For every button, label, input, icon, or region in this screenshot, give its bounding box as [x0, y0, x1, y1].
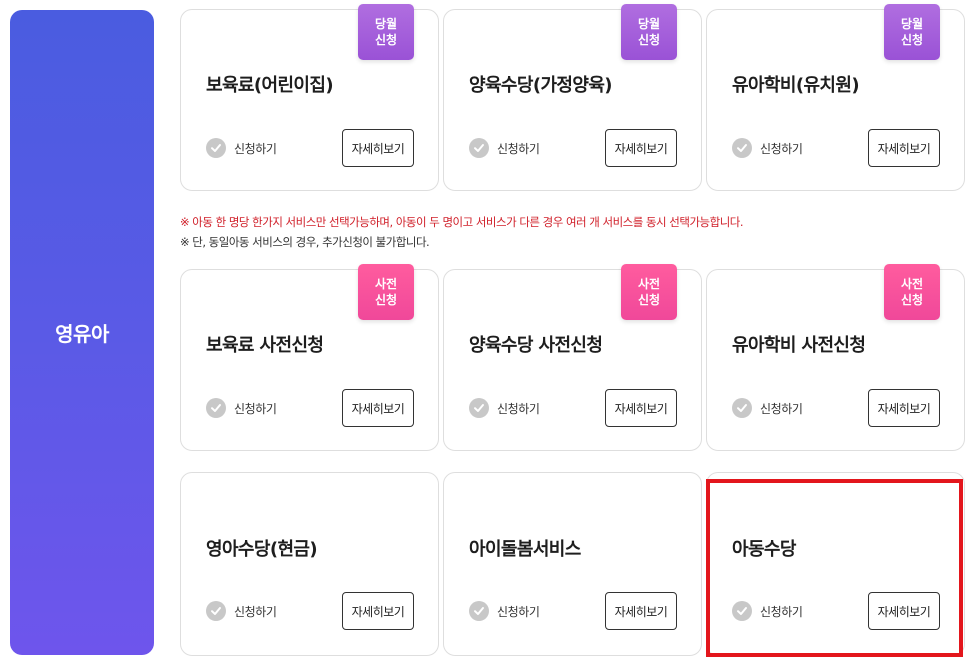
detail-button[interactable]: 자세히보기: [342, 129, 414, 167]
pre-apply-badge: 사전 신청: [884, 264, 940, 320]
category-label: 영유아: [55, 322, 109, 346]
check-icon: [732, 138, 752, 158]
apply-checkbox[interactable]: 신청하기: [206, 138, 277, 158]
service-card-kindergarten-fee: 당월 신청 유아학비(유치원) 신청하기 자세히보기: [706, 4, 965, 191]
badge-line2: 신청: [900, 293, 924, 307]
service-title: 보육료(어린이집): [206, 75, 334, 96]
monthly-apply-badge: 당월 신청: [884, 4, 940, 60]
service-card-childcare-fee-pre: 사전 신청 보육료 사전신청 신청하기 자세히보기: [180, 264, 439, 451]
apply-label: 신청하기: [760, 141, 803, 156]
apply-label: 신청하기: [760, 604, 803, 619]
badge-line1: 당월: [900, 17, 924, 31]
detail-button[interactable]: 자세히보기: [868, 129, 940, 167]
apply-checkbox[interactable]: 신청하기: [469, 138, 540, 158]
service-card-child-care-service: 아이돌봄서비스 신청하기 자세히보기: [443, 472, 702, 656]
monthly-apply-badge: 당월 신청: [358, 4, 414, 60]
category-sidebar: 영유아: [10, 10, 154, 655]
service-card-home-care-allowance-pre: 사전 신청 양육수당 사전신청 신청하기 자세히보기: [443, 264, 702, 451]
apply-checkbox[interactable]: 신청하기: [469, 601, 540, 621]
pre-apply-badge: 사전 신청: [358, 264, 414, 320]
detail-button[interactable]: 자세히보기: [605, 129, 677, 167]
service-title: 유아학비 사전신청: [732, 335, 866, 356]
detail-button[interactable]: 자세히보기: [868, 592, 940, 630]
service-title: 양육수당 사전신청: [469, 335, 603, 356]
badge-line2: 신청: [637, 33, 661, 47]
apply-label: 신청하기: [760, 401, 803, 416]
service-card-child-allowance: 아동수당 신청하기 자세히보기: [706, 472, 965, 656]
badge-line1: 사전: [900, 277, 924, 291]
pre-apply-badge: 사전 신청: [621, 264, 677, 320]
badge-line1: 당월: [374, 17, 398, 31]
service-card-kindergarten-fee-pre: 사전 신청 유아학비 사전신청 신청하기 자세히보기: [706, 264, 965, 451]
service-card-home-care-allowance: 당월 신청 양육수당(가정양육) 신청하기 자세히보기: [443, 4, 702, 191]
service-title: 아이돌봄서비스: [469, 539, 581, 560]
badge-line2: 신청: [374, 33, 398, 47]
monthly-apply-badge: 당월 신청: [621, 4, 677, 60]
apply-checkbox[interactable]: 신청하기: [206, 398, 277, 418]
detail-button[interactable]: 자세히보기: [342, 592, 414, 630]
apply-label: 신청하기: [234, 604, 277, 619]
notice-no-additional: ※ 단, 동일아동 서비스의 경우, 추가신청이 불가합니다.: [180, 235, 430, 249]
apply-checkbox[interactable]: 신청하기: [732, 601, 803, 621]
service-title: 아동수당: [732, 539, 796, 560]
service-title: 유아학비(유치원): [732, 75, 860, 96]
apply-checkbox[interactable]: 신청하기: [206, 601, 277, 621]
check-icon: [469, 398, 489, 418]
badge-line1: 당월: [637, 17, 661, 31]
apply-label: 신청하기: [234, 401, 277, 416]
service-title: 영아수당(현금): [206, 539, 318, 560]
check-icon: [206, 138, 226, 158]
service-card-childcare-fee: 당월 신청 보육료(어린이집) 신청하기 자세히보기: [180, 4, 439, 191]
badge-line2: 신청: [374, 293, 398, 307]
check-icon: [469, 138, 489, 158]
badge-line2: 신청: [637, 293, 661, 307]
service-card-infant-allowance: 영아수당(현금) 신청하기 자세히보기: [180, 472, 439, 656]
notice-multiple-services: ※ 아동 한 명당 한가지 서비스만 선택가능하며, 아동이 두 명이고 서비스…: [180, 215, 744, 229]
apply-checkbox[interactable]: 신청하기: [469, 398, 540, 418]
detail-button[interactable]: 자세히보기: [605, 592, 677, 630]
apply-label: 신청하기: [234, 141, 277, 156]
check-icon: [732, 601, 752, 621]
check-icon: [206, 601, 226, 621]
service-title: 보육료 사전신청: [206, 335, 324, 356]
badge-line1: 사전: [637, 277, 661, 291]
check-icon: [469, 601, 489, 621]
apply-label: 신청하기: [497, 604, 540, 619]
badge-line1: 사전: [374, 277, 398, 291]
service-title: 양육수당(가정양육): [469, 75, 613, 96]
detail-button[interactable]: 자세히보기: [868, 389, 940, 427]
check-icon: [206, 398, 226, 418]
check-icon: [732, 398, 752, 418]
apply-checkbox[interactable]: 신청하기: [732, 398, 803, 418]
badge-line2: 신청: [900, 33, 924, 47]
apply-label: 신청하기: [497, 141, 540, 156]
detail-button[interactable]: 자세히보기: [342, 389, 414, 427]
detail-button[interactable]: 자세히보기: [605, 389, 677, 427]
apply-label: 신청하기: [497, 401, 540, 416]
apply-checkbox[interactable]: 신청하기: [732, 138, 803, 158]
